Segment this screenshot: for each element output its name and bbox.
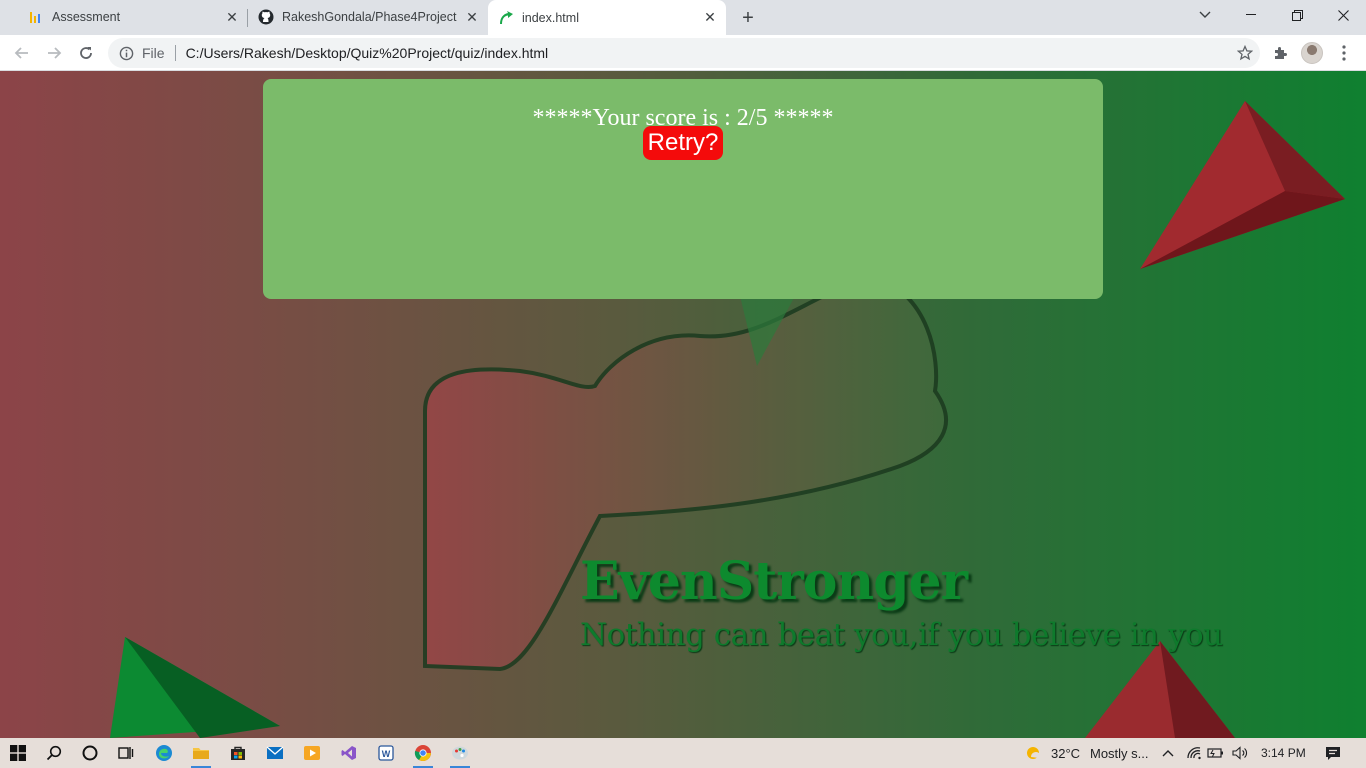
brand-name: EvenStronger	[580, 551, 968, 612]
file-explorer-icon[interactable]	[188, 741, 214, 768]
edge-browser-icon[interactable]	[151, 741, 177, 765]
address-bar[interactable]: File C:/Users/Rakesh/Desktop/Quiz%20Proj…	[108, 38, 1260, 68]
media-player-icon[interactable]	[299, 741, 325, 765]
tab-strip: Assessment ✕ RakeshGondala/Phase4Project…	[0, 0, 1366, 35]
bookmark-star-icon[interactable]	[1230, 45, 1260, 61]
weather-temperature[interactable]: 32°C	[1051, 746, 1080, 761]
search-icon[interactable]	[41, 741, 67, 765]
avatar	[1301, 42, 1323, 64]
clock-time[interactable]: 3:14 PM	[1261, 746, 1306, 760]
tab-title: Assessment	[52, 10, 121, 24]
chrome-icon[interactable]	[410, 741, 436, 768]
word-icon[interactable]: W	[373, 741, 399, 765]
forward-button[interactable]	[40, 39, 68, 67]
visual-studio-icon[interactable]	[336, 741, 362, 765]
restore-button[interactable]	[1274, 0, 1320, 30]
info-icon[interactable]	[118, 45, 134, 61]
close-window-button[interactable]	[1320, 0, 1366, 30]
extensions-icon[interactable]	[1266, 39, 1294, 67]
menu-kebab-icon[interactable]	[1330, 39, 1358, 67]
github-icon	[258, 9, 274, 25]
url-text[interactable]: C:/Users/Rakesh/Desktop/Quiz%20Project/q…	[186, 45, 1230, 61]
browser-toolbar: File C:/Users/Rakesh/Desktop/Quiz%20Proj…	[0, 35, 1366, 71]
mail-icon[interactable]	[262, 741, 288, 765]
address-divider	[174, 45, 176, 61]
store-icon[interactable]	[225, 741, 251, 765]
cortana-icon[interactable]	[77, 741, 103, 765]
windows-taskbar: W 32°C Mostly s... 3:14 PM	[0, 738, 1366, 768]
score-card: *****Your score is : 2/5 ***** Retry?	[263, 79, 1103, 299]
close-icon[interactable]: ✕	[462, 7, 482, 27]
reload-button[interactable]	[72, 39, 100, 67]
task-view-icon[interactable]	[113, 741, 139, 765]
notifications-icon[interactable]	[1320, 741, 1346, 765]
tab-index-html[interactable]: index.html ✕	[488, 0, 726, 35]
volume-icon[interactable]	[1227, 741, 1253, 765]
paint-app-icon[interactable]	[447, 741, 473, 768]
chart-bars-icon	[28, 9, 44, 25]
scheme-label: File	[142, 45, 165, 61]
weather-sun-icon[interactable]	[1020, 741, 1046, 765]
battery-icon[interactable]	[1203, 741, 1229, 765]
page-viewport: *****Your score is : 2/5 ***** Retry? Ev…	[0, 71, 1366, 738]
profile-avatar[interactable]	[1298, 39, 1326, 67]
brand-tagline: Nothing can beat you,if you believe in y…	[580, 617, 1223, 653]
back-button[interactable]	[8, 39, 36, 67]
tab-github[interactable]: RakeshGondala/Phase4Project ✕	[238, 0, 488, 34]
svg-text:W: W	[382, 749, 391, 759]
minimize-button[interactable]	[1228, 0, 1274, 30]
retry-button[interactable]: Retry?	[643, 126, 723, 160]
new-tab-button[interactable]: +	[736, 6, 760, 30]
tab-title: RakeshGondala/Phase4Project	[282, 10, 457, 24]
chevron-up-icon[interactable]	[1155, 741, 1181, 765]
close-icon[interactable]: ✕	[700, 8, 720, 28]
tab-assessment[interactable]: Assessment ✕	[8, 0, 248, 34]
windows-start-icon[interactable]	[5, 741, 31, 765]
tab-search-icon[interactable]	[1182, 0, 1228, 30]
weather-description[interactable]: Mostly s...	[1090, 746, 1149, 761]
leaf-arrow-icon	[498, 10, 514, 26]
tab-title: index.html	[522, 10, 579, 25]
